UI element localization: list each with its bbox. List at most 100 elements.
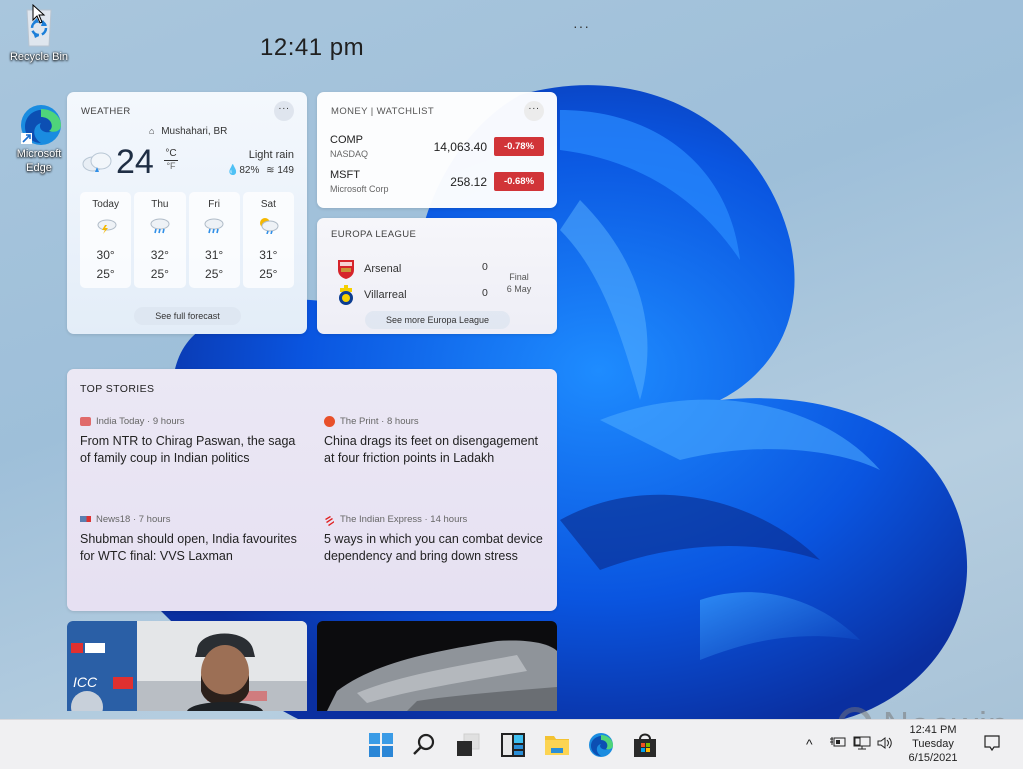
taskbar-clock[interactable]: 12:41 PM Tuesday 6/15/2021 [900, 723, 966, 765]
see-more-europa-button[interactable]: See more Europa League [365, 311, 510, 329]
thunderstorm-icon [80, 213, 131, 239]
store-button[interactable] [632, 732, 658, 758]
news18-logo-icon [80, 516, 91, 522]
unit-fahrenheit[interactable]: °F [164, 161, 178, 171]
stock-row[interactable]: MSFT Microsoft Corp 258.12 -0.68% [330, 169, 544, 199]
match-result: Final 6 May [501, 271, 537, 295]
story-item[interactable]: The Print · 8 hours China drags its feet… [324, 414, 549, 467]
money-watchlist-widget[interactable]: MONEY | WATCHLIST ··· COMP NASDAQ 14,063… [317, 92, 557, 208]
europa-league-widget[interactable]: EUROPA LEAGUE Arsenal 0 Villarreal 0 Fin… [317, 218, 557, 334]
story-headline[interactable]: 5 ways in which you can combat device de… [324, 531, 549, 565]
clock-time: 12:41 PM [909, 724, 957, 736]
recycle-bin-label: Recycle Bin [9, 51, 69, 63]
story-headline[interactable]: Shubman should open, India favourites fo… [80, 531, 305, 565]
see-full-forecast-button[interactable]: See full forecast [134, 307, 241, 325]
stock-row[interactable]: COMP NASDAQ 14,063.40 -0.78% [330, 134, 544, 164]
battery-icon[interactable] [830, 736, 846, 751]
news-photo [317, 621, 557, 711]
story-source-text: India Today · 9 hours [96, 415, 185, 427]
rain-icon [189, 213, 240, 239]
team-score: 0 [482, 287, 488, 299]
money-title: MONEY | WATCHLIST [331, 106, 435, 117]
rain-icon [134, 213, 185, 239]
money-more-button[interactable]: ··· [524, 101, 544, 121]
india-today-logo-icon [80, 416, 91, 426]
forecast-day[interactable]: Sat 31° 25° [242, 192, 294, 288]
the-print-logo-icon [324, 415, 335, 427]
forecast-day[interactable]: Thu 32° 25° [134, 192, 186, 288]
edge-icon [589, 733, 613, 757]
notification-center-icon[interactable] [983, 734, 1001, 755]
windows-logo-icon [369, 733, 393, 757]
search-icon [413, 733, 435, 755]
board-time: 12:41 pm [260, 34, 365, 61]
task-view-icon [457, 733, 480, 756]
forecast-low: 25° [150, 267, 169, 281]
clock-day: Tuesday [912, 738, 954, 750]
forecast-day[interactable]: Today 30° 25° [80, 192, 132, 288]
story-item[interactable]: The Indian Express · 14 hours 5 ways in … [324, 512, 549, 565]
forecast-day-label: Sat [260, 199, 276, 210]
story-source-text: News18 · 7 hours [96, 513, 171, 525]
forecast-list: Today 30° 25° Thu 32° 25° Fri 31° 25° Sa… [80, 192, 294, 288]
weather-more-button[interactable]: ··· [274, 101, 294, 121]
team-score: 0 [482, 261, 488, 273]
team-row[interactable]: Arsenal 0 [336, 258, 496, 280]
widgets-icon [501, 733, 525, 757]
temperature-unit-toggle[interactable]: °C °F [164, 148, 178, 171]
story-source: News18 · 7 hours [80, 512, 305, 526]
file-explorer-button[interactable] [544, 732, 570, 758]
team-row[interactable]: Villarreal 0 [336, 284, 496, 306]
svg-text:ICC: ICC [73, 674, 98, 690]
weather-widget[interactable]: WEATHER ··· ⌂ Mushahari, BR 24 °C °F Lig… [67, 92, 307, 334]
stock-price: 258.12 [450, 175, 487, 189]
top-stories-widget: TOP STORIES India Today · 9 hours From N… [67, 369, 557, 611]
forecast-day-label: Today [92, 199, 119, 210]
tray-overflow-chevron-icon[interactable]: ^ [806, 736, 813, 752]
store-icon [634, 733, 656, 757]
story-source-text: The Indian Express · 14 hours [340, 513, 468, 525]
forecast-low: 25° [205, 267, 224, 281]
home-icon: ⌂ [149, 126, 155, 136]
news-image-card-dark[interactable] [317, 621, 557, 711]
forecast-low: 25° [96, 267, 115, 281]
network-icon[interactable] [853, 736, 871, 753]
news-image-card-cricket[interactable]: ICC [67, 621, 307, 711]
story-item[interactable]: India Today · 9 hours From NTR to Chirag… [80, 414, 305, 467]
folder-icon [545, 736, 569, 755]
aqi-icon: ≋ [266, 165, 275, 176]
weather-temperature: 24 [116, 143, 154, 181]
weather-condition: Light rain [248, 149, 294, 161]
weather-title: WEATHER [81, 106, 131, 117]
board-more-button[interactable]: ··· [573, 18, 590, 34]
forecast-high: 32° [150, 248, 169, 262]
widgets-button[interactable] [500, 732, 526, 758]
forecast-day[interactable]: Fri 31° 25° [188, 192, 240, 288]
edge-taskbar-button[interactable] [588, 732, 614, 758]
story-headline[interactable]: China drags its feet on disengagement at… [324, 433, 549, 467]
stock-symbol: MSFT [330, 169, 360, 181]
stock-price: 14,063.40 [433, 140, 487, 154]
story-source-text: The Print · 8 hours [340, 415, 419, 427]
match-status: Final [509, 272, 529, 282]
volume-icon[interactable] [877, 736, 893, 753]
match-date: 6 May [506, 284, 532, 294]
story-source: The Print · 8 hours [324, 414, 549, 428]
story-item[interactable]: News18 · 7 hours Shubman should open, In… [80, 512, 305, 565]
edge-label-line2: Edge [26, 162, 52, 174]
start-button[interactable] [368, 732, 394, 758]
stock-symbol: COMP [330, 134, 363, 146]
task-view-button[interactable] [455, 732, 481, 758]
desktop-icon-edge[interactable]: Microsoft Edge [4, 103, 74, 175]
unit-celsius[interactable]: °C [164, 148, 178, 161]
forecast-high: 30° [96, 248, 115, 262]
mouse-cursor-icon [32, 4, 46, 24]
weather-location-text: Mushahari, BR [161, 126, 228, 137]
story-source: The Indian Express · 14 hours [324, 512, 549, 526]
stock-name: NASDAQ [330, 149, 369, 159]
cricket-press-photo: ICC [67, 621, 307, 711]
light-rain-icon [81, 150, 113, 179]
search-button[interactable] [411, 732, 437, 758]
forecast-low: 25° [259, 267, 278, 281]
story-headline[interactable]: From NTR to Chirag Paswan, the saga of f… [80, 433, 305, 467]
